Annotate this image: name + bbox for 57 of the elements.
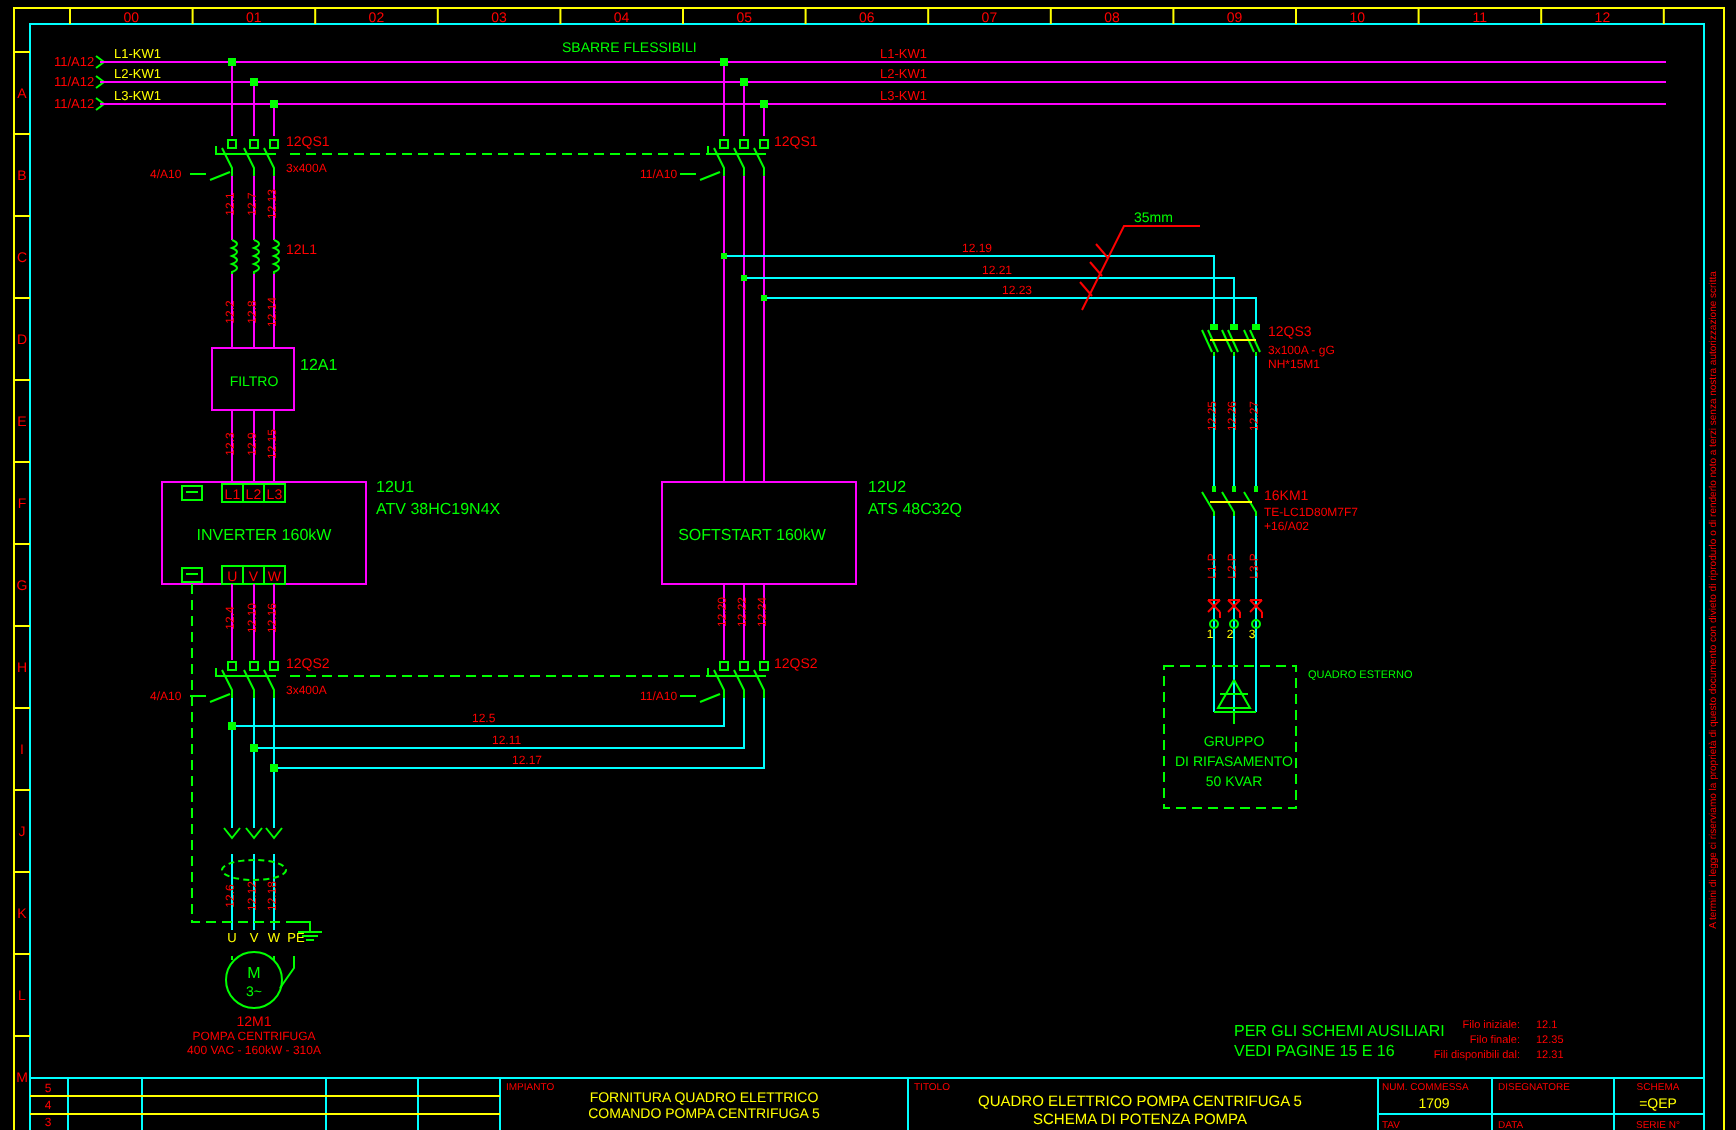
wire-line — [253, 853, 255, 931]
fuse-icon — [1207, 599, 1263, 619]
wire-line — [253, 81, 255, 137]
wire-line — [231, 175, 233, 241]
wire-line — [231, 583, 233, 661]
circuit-breaker-icon — [707, 661, 769, 699]
device-model: ATV 38HC19N4X — [376, 500, 501, 518]
wire-line — [1213, 355, 1215, 491]
capacitor-icon — [1213, 678, 1257, 725]
auxiliary-contact-icon — [679, 171, 721, 181]
contactor-icon — [1201, 486, 1258, 517]
wire-line — [723, 583, 725, 661]
cable-shield-icon — [221, 859, 287, 881]
wire-line — [273, 175, 275, 241]
wire-line — [273, 853, 275, 931]
wire-line — [273, 273, 275, 349]
wire-line — [743, 583, 745, 661]
device-tag: 12U1 — [376, 478, 415, 496]
wire-line — [1255, 355, 1257, 491]
wire-line — [273, 409, 275, 483]
cable-size-leader-line — [1079, 225, 1201, 311]
connector-icon — [223, 827, 283, 840]
wire-line — [231, 409, 233, 483]
inductor-icon — [231, 239, 280, 275]
note-text: VEDI PAGINE 15 E 16 — [1234, 1042, 1395, 1060]
device-name: INVERTER 160kW — [196, 526, 332, 544]
wire-line — [763, 583, 765, 661]
wire-line — [231, 273, 233, 349]
circuit-breaker-icon — [215, 139, 279, 177]
auxiliary-contact-icon — [189, 693, 231, 703]
device-name: SOFTSTART 160kW — [678, 526, 826, 544]
wire-line — [1233, 355, 1235, 491]
wire-line — [253, 175, 255, 241]
circuit-breaker-icon — [707, 139, 769, 177]
circuit-breaker-icon — [215, 661, 279, 699]
device-tag: 12U2 — [868, 478, 907, 496]
terminal-icon — [1209, 619, 1261, 629]
enclosure-outline — [1163, 665, 1297, 809]
note-text: PER GLI SCHEMI AUSILIARI — [1234, 1022, 1445, 1040]
wire-line — [253, 273, 255, 349]
wire-line — [763, 103, 765, 137]
wire-line — [743, 81, 745, 137]
wire-line — [273, 583, 275, 661]
filter-box — [211, 347, 295, 411]
device-model: ATS 48C32Q — [868, 500, 962, 518]
auxiliary-contact-icon — [189, 171, 231, 181]
wire-line — [231, 61, 233, 137]
wire-line — [231, 853, 233, 931]
wire-line — [253, 583, 255, 661]
wire-line — [723, 61, 725, 137]
wire-line — [273, 103, 275, 137]
auxiliary-contact-icon — [679, 693, 721, 703]
fuse-switch-icon — [1201, 324, 1261, 357]
terminal-icon — [181, 485, 203, 501]
terminal-icon — [181, 567, 203, 583]
device-tag: 12A1 — [300, 356, 338, 374]
wire-line — [253, 409, 255, 483]
